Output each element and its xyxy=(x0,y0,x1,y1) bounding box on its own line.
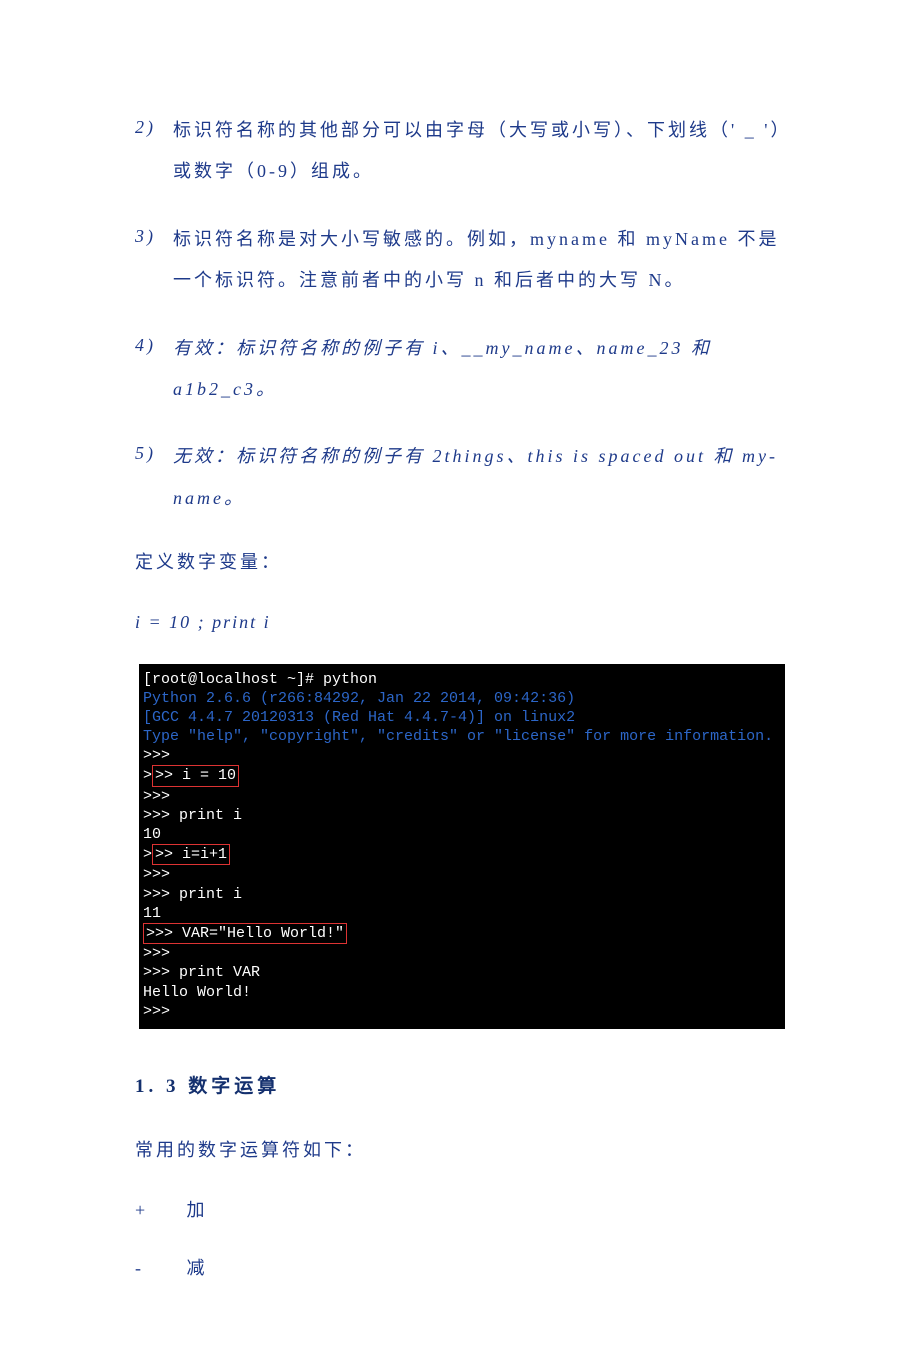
repl-arrow: > xyxy=(143,846,152,863)
highlighted-code: >> i = 10 xyxy=(152,765,239,786)
list-number: 5) xyxy=(135,436,173,519)
highlighted-code: >>> VAR="Hello World!" xyxy=(143,923,347,944)
repl-prompt: >>> xyxy=(143,1002,781,1021)
operator-name: 减 xyxy=(187,1258,208,1278)
list-text: 有效：标识符名称的例子有 i、__my_name、name_23 和 a1b2_… xyxy=(173,328,785,411)
section-heading: 1. 3 数字运算 xyxy=(135,1069,785,1105)
repl-output: 11 xyxy=(143,904,781,923)
repl-arrow: > xyxy=(143,767,152,784)
python-help: Type "help", "copyright", "credits" or "… xyxy=(143,727,781,746)
list-item: 5) 无效：标识符名称的例子有 2things、this is spaced o… xyxy=(135,436,785,519)
repl-prompt: >>> xyxy=(143,746,781,765)
list-number: 3) xyxy=(135,219,173,302)
list-text: 标识符名称的其他部分可以由字母（大写或小写）、下划线（' _ '）或数字（0-9… xyxy=(173,110,785,193)
define-variable-label: 定义数字变量： xyxy=(135,545,785,579)
python-version: Python 2.6.6 (r266:84292, Jan 22 2014, 0… xyxy=(143,689,781,708)
list-text: 标识符名称是对大小写敏感的。例如，myname 和 myName 不是一个标识符… xyxy=(173,219,785,302)
repl-output: 10 xyxy=(143,825,781,844)
terminal-block: [root@localhost ~]# python Python 2.6.6 … xyxy=(135,664,785,1029)
operator-row: - 减 xyxy=(135,1251,785,1285)
highlighted-code: >> i=i+1 xyxy=(152,844,230,865)
list-item: 3) 标识符名称是对大小写敏感的。例如，myname 和 myName 不是一个… xyxy=(135,219,785,302)
operator-symbol: + xyxy=(135,1193,179,1227)
python-gcc: [GCC 4.4.7 20120313 (Red Hat 4.4.7-4)] o… xyxy=(143,708,781,727)
operator-row: + 加 xyxy=(135,1193,785,1227)
repl-prompt: >>> xyxy=(143,944,781,963)
document-page: 2) 标识符名称的其他部分可以由字母（大写或小写）、下划线（' _ '）或数字（… xyxy=(0,0,920,1370)
operator-name: 加 xyxy=(187,1200,208,1220)
repl-prompt: >>> xyxy=(143,787,781,806)
inline-code: i = 10 ; print i xyxy=(135,605,785,639)
list-text: 无效：标识符名称的例子有 2things、this is spaced out … xyxy=(173,436,785,519)
operator-symbol: - xyxy=(135,1251,179,1285)
shell-prompt: [root@localhost ~]# python xyxy=(143,671,377,688)
repl-output: Hello World! xyxy=(143,983,781,1002)
list-item: 2) 标识符名称的其他部分可以由字母（大写或小写）、下划线（' _ '）或数字（… xyxy=(135,110,785,193)
list-item: 4) 有效：标识符名称的例子有 i、__my_name、name_23 和 a1… xyxy=(135,328,785,411)
operators-intro: 常用的数字运算符如下： xyxy=(135,1133,785,1167)
repl-prompt: >>> xyxy=(143,865,781,884)
repl-line: >>> print i xyxy=(143,806,781,825)
repl-line: >>> print VAR xyxy=(143,963,781,982)
list-number: 4) xyxy=(135,328,173,411)
list-number: 2) xyxy=(135,110,173,193)
repl-line: >>> print i xyxy=(143,885,781,904)
